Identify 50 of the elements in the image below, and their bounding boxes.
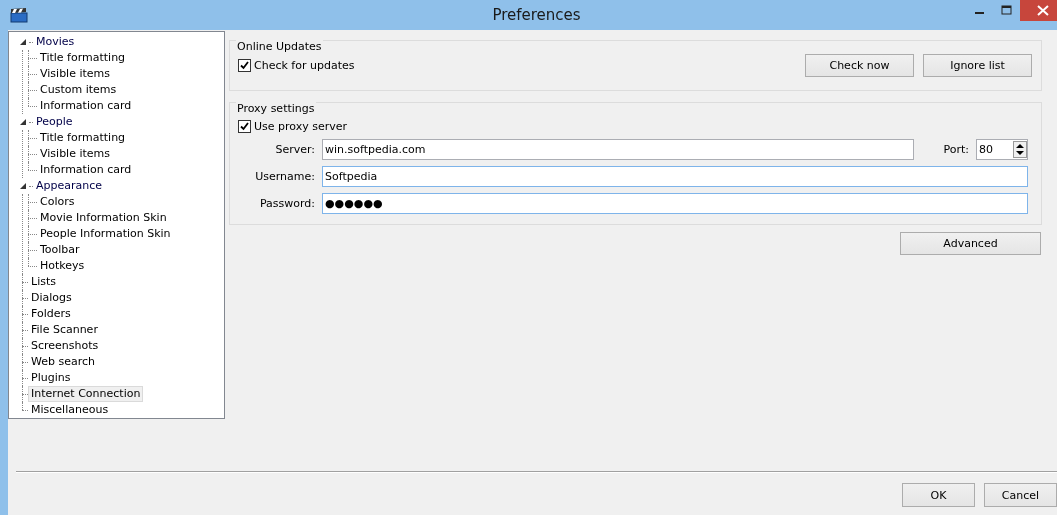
close-icon[interactable] [1020,0,1057,21]
tree-item[interactable]: Colors [37,194,78,210]
triangle-icon[interactable] [19,118,27,126]
group-title: Proxy settings [236,102,316,115]
ignore-list-button[interactable]: Ignore list [923,54,1032,77]
tree-item[interactable]: Hotkeys [37,258,88,274]
tree-item[interactable]: Miscellaneous [28,402,112,418]
clapperboard-icon [10,7,28,23]
window-title: Preferences [492,6,581,24]
checkbox[interactable] [238,120,251,133]
tree-item[interactable]: Title formatting [37,50,129,66]
tree-item[interactable]: Movies [33,34,78,50]
triangle-icon[interactable] [19,38,27,46]
field-label: Port: [943,143,969,156]
field-label: Username: [254,170,316,183]
tree-item[interactable]: Screenshots [28,338,102,354]
tree-item[interactable]: Dialogs [28,290,75,306]
tree-item[interactable]: Folders [28,306,74,322]
tree-item[interactable]: Custom items [37,82,120,98]
advanced-button[interactable]: Advanced [900,232,1041,255]
tree-item[interactable]: Movie Information Skin [37,210,170,226]
field-label: Password: [258,197,316,210]
tree-item[interactable]: Visible items [37,66,113,82]
checkbox-label: Check for updates [254,59,355,72]
tree-item[interactable]: People Information Skin [37,226,174,242]
server-field[interactable]: win.softpedia.com [322,139,914,160]
tree-item[interactable]: Toolbar [37,242,83,258]
checkbox-label: Use proxy server [254,120,348,133]
spin-arrows-icon[interactable] [1013,141,1027,158]
tree-item[interactable]: Information card [37,162,135,178]
ok-button[interactable]: OK [902,483,975,507]
tree-item[interactable]: Title formatting [37,130,129,146]
check-now-button[interactable]: Check now [805,54,914,77]
tree-item[interactable]: File Scanner [28,322,101,338]
tree-item[interactable]: Visible items [37,146,113,162]
tree-item[interactable]: Lists [28,274,59,290]
group-title: Online Updates [236,40,323,53]
port-spinner[interactable]: 80 [976,139,1028,160]
username-field[interactable]: Softpedia [322,166,1028,187]
field-label: Server: [274,143,316,156]
tree-item[interactable]: Appearance [33,178,106,194]
tree-item[interactable]: Plugins [28,370,74,386]
tree-item[interactable]: People [33,114,76,130]
tree-item[interactable]: Web search [28,354,99,370]
cancel-button[interactable]: Cancel [984,483,1057,507]
tree-item[interactable]: Information card [37,98,135,114]
checkbox[interactable] [238,59,251,72]
triangle-icon[interactable] [19,182,27,190]
password-field[interactable]: ●●●●●● [322,193,1028,214]
tree-item[interactable]: Internet Connection [28,386,144,402]
